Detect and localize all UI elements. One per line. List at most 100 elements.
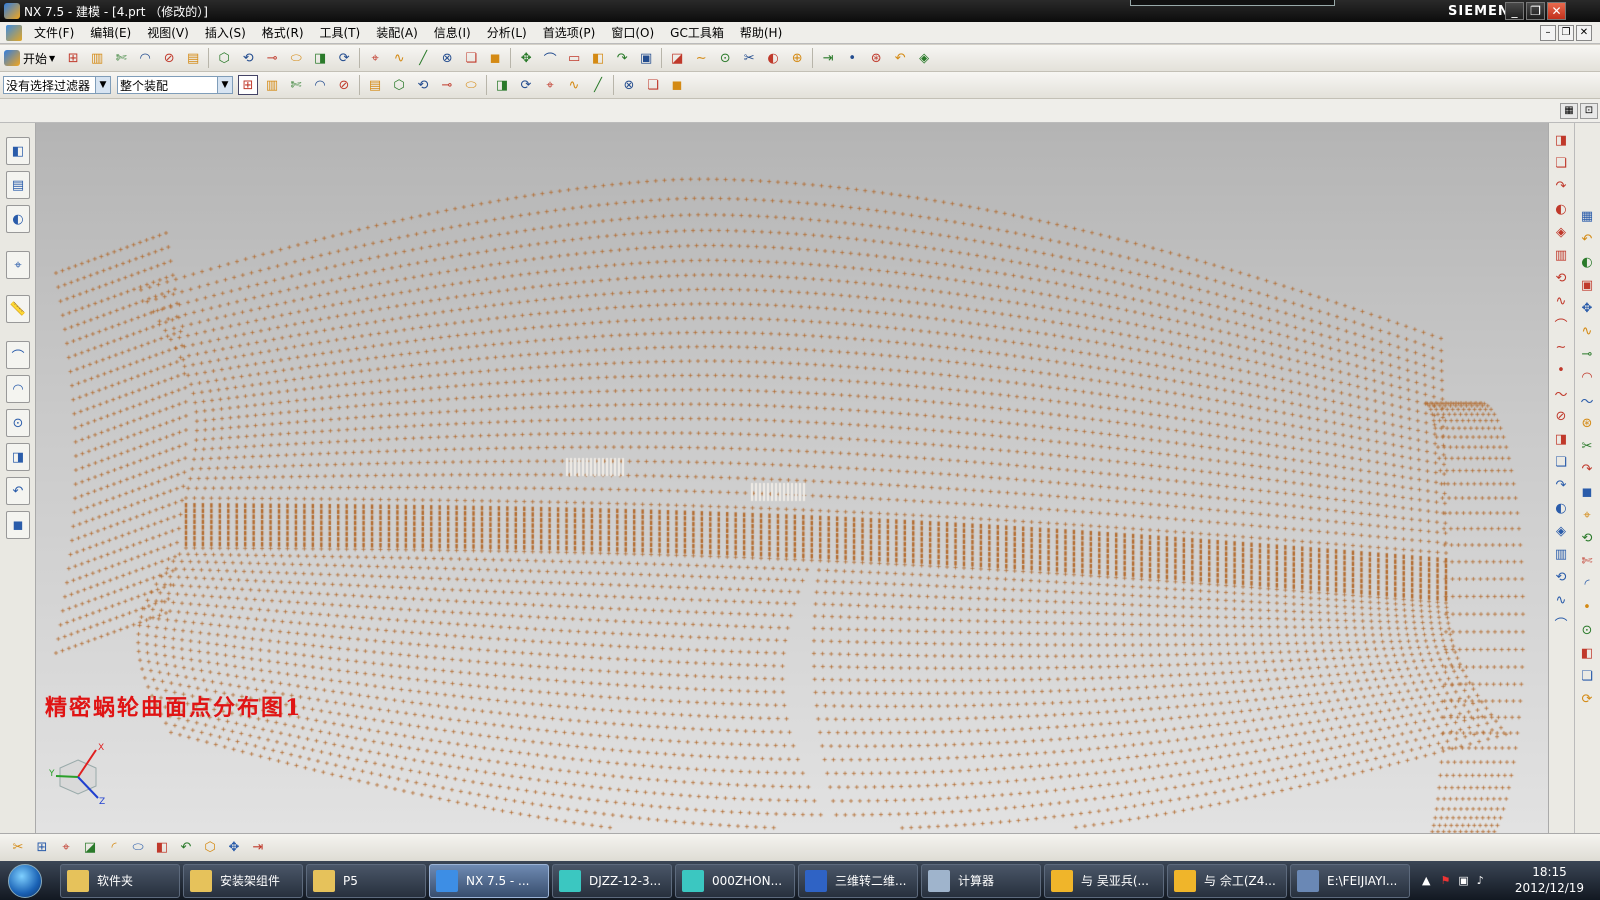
curve-icon[interactable]: ↷ <box>612 48 632 68</box>
title-bar[interactable]: NX 7.5 - 建模 - [4.prt （修改的）] <box>0 0 1600 22</box>
point-icon[interactable]: ◈ <box>1552 223 1570 241</box>
repeat-command-icon[interactable]: ⊸ <box>262 48 282 68</box>
part-navigator-icon[interactable]: ◐ <box>6 205 30 233</box>
pocket-icon[interactable]: ⊛ <box>1578 414 1596 432</box>
mirror-icon[interactable]: ⟳ <box>1578 690 1596 708</box>
save-icon[interactable]: ✄ <box>111 48 131 68</box>
face-analysis-icon[interactable]: ∿ <box>389 48 409 68</box>
bisector-icon[interactable]: ↷ <box>1552 177 1570 195</box>
draft-icon[interactable]: • <box>1578 598 1596 616</box>
taskbar-item[interactable]: E:\FEIJIAYI... <box>1290 863 1410 898</box>
section-icon[interactable]: ◧ <box>588 48 608 68</box>
menu-item[interactable]: 分析(L) <box>479 22 535 44</box>
dot-icon[interactable]: ❏ <box>1552 453 1570 471</box>
start-button[interactable]: 开始 ▼ <box>4 50 55 67</box>
trim-curve-icon[interactable]: ▣ <box>636 48 656 68</box>
boolean-icon[interactable]: ✥ <box>1578 299 1596 317</box>
snap-endpoint-icon[interactable]: ▤ <box>365 75 385 95</box>
snap-existing-icon[interactable]: ⟳ <box>516 75 536 95</box>
taskbar-item[interactable]: NX 7.5 - ... <box>429 863 549 898</box>
edge-display-icon[interactable]: ⌖ <box>365 48 385 68</box>
title-search-field[interactable] <box>1130 0 1335 6</box>
chamfer-icon[interactable]: ↷ <box>1552 476 1570 494</box>
layout-icon[interactable]: ❏ <box>461 48 481 68</box>
snap-intersection-icon[interactable]: ⊸ <box>437 75 457 95</box>
mdi-close-button[interactable]: ✕ <box>1576 25 1592 41</box>
menu-item[interactable]: 编辑(E) <box>82 22 139 44</box>
block-icon[interactable]: ▦ <box>1578 207 1596 225</box>
layer-icon[interactable]: ✥ <box>224 838 244 858</box>
polygon-icon[interactable]: ◨ <box>1552 430 1570 448</box>
snap-quadrant-icon[interactable]: ◨ <box>492 75 512 95</box>
taskbar-item[interactable]: 计算器 <box>921 863 1041 898</box>
point-icon[interactable]: • <box>842 48 862 68</box>
tangent-line-icon[interactable]: ❏ <box>1552 154 1570 172</box>
snap-point-on-curve-icon[interactable]: ⌖ <box>540 75 560 95</box>
assembly-navigator-icon[interactable]: ◧ <box>6 137 30 165</box>
spline-tool-icon[interactable]: ✂ <box>8 838 28 858</box>
rectangle-icon[interactable]: ⊛ <box>866 48 886 68</box>
arc-icon[interactable]: ⟲ <box>1552 269 1570 287</box>
slot-icon[interactable]: ↷ <box>1578 460 1596 478</box>
snap-control-icon[interactable]: ⟲ <box>413 75 433 95</box>
fillet-icon[interactable]: ✂ <box>739 48 759 68</box>
menu-item[interactable]: 格式(R) <box>254 22 312 44</box>
system-visualization-icon[interactable]: ◼ <box>6 511 30 539</box>
circle-tangent-icon[interactable]: • <box>1552 361 1570 379</box>
split-body-icon[interactable]: ◧ <box>1578 644 1596 662</box>
ellipse-icon[interactable]: ↶ <box>890 48 910 68</box>
history-icon[interactable]: ⌒ <box>6 341 30 369</box>
mdi-restore-button[interactable]: ❐ <box>1558 25 1574 41</box>
view-top-icon[interactable]: ╱ <box>588 75 608 95</box>
minimize-button[interactable]: _ <box>1505 2 1524 20</box>
circle-radius-icon[interactable]: 〜 <box>1552 384 1570 403</box>
close-button[interactable]: ✕ <box>1547 2 1566 20</box>
redo-icon[interactable]: ⟲ <box>238 48 258 68</box>
unite-icon[interactable]: ∿ <box>1578 322 1596 340</box>
zoom-icon[interactable]: ◼ <box>485 48 505 68</box>
selection-icon[interactable]: ⊞ <box>238 75 258 95</box>
constraint-navigator-icon[interactable]: ▤ <box>6 171 30 199</box>
offset-curve-icon[interactable]: ⊙ <box>715 48 735 68</box>
settings-icon[interactable]: ⇥ <box>248 838 268 858</box>
mdi-minimize-button[interactable]: – <box>1540 25 1556 41</box>
move-icon[interactable]: ↶ <box>176 838 196 858</box>
pad-icon[interactable]: ✂ <box>1578 437 1596 455</box>
line-icon[interactable]: ◨ <box>1552 131 1570 149</box>
circle-3pt-icon[interactable]: ∼ <box>1552 338 1570 356</box>
boss-icon[interactable]: 〜 <box>1578 391 1596 410</box>
volume-icon[interactable]: ♪ <box>1477 874 1484 887</box>
menu-item[interactable]: 视图(V) <box>139 22 197 44</box>
snap-view-icon[interactable]: ⬭ <box>286 48 306 68</box>
new-file-icon[interactable]: ⊞ <box>63 48 83 68</box>
paste-icon[interactable]: ▤ <box>183 48 203 68</box>
menu-item[interactable]: 首选项(P) <box>535 22 604 44</box>
roles-icon[interactable]: ↶ <box>6 477 30 505</box>
trim-body-icon[interactable]: ⊙ <box>1578 621 1596 639</box>
open-file-icon[interactable]: ▥ <box>87 48 107 68</box>
taskbar-item[interactable]: 与 佘工(Z4... <box>1167 863 1287 898</box>
circle-center-icon[interactable]: ⌒ <box>1552 315 1570 334</box>
menu-item[interactable]: 窗口(O) <box>603 22 662 44</box>
copy-icon[interactable]: ⊘ <box>159 48 179 68</box>
rectangle-select-icon[interactable]: ⊘ <box>334 75 354 95</box>
snap-point-on-face-icon[interactable]: ∿ <box>564 75 584 95</box>
restore-button[interactable]: ❐ <box>1526 2 1545 20</box>
extrude-icon[interactable]: ◐ <box>1552 499 1570 517</box>
bridge-curve-icon[interactable]: ∼ <box>691 48 711 68</box>
thread-icon[interactable]: ⌖ <box>1578 506 1596 524</box>
taskbar-item[interactable]: 000ZHON... <box>675 863 795 898</box>
selection-scope-dropdown[interactable]: 整个装配 ▼ <box>117 76 233 94</box>
sweep-icon[interactable]: ▥ <box>1552 545 1570 563</box>
cone-icon[interactable]: ◐ <box>1578 253 1596 271</box>
pan-icon[interactable]: ✥ <box>516 48 536 68</box>
view-right-icon[interactable]: ❏ <box>643 75 663 95</box>
system-materials-icon[interactable]: ◠ <box>6 375 30 403</box>
surface-tool-icon[interactable]: ⊞ <box>32 838 52 858</box>
normal-icon[interactable]: ◐ <box>1552 200 1570 218</box>
hide-icon[interactable]: ╱ <box>413 48 433 68</box>
snap-midpoint-icon[interactable]: ⬡ <box>389 75 409 95</box>
revolve-icon[interactable]: ◈ <box>1552 522 1570 540</box>
shaded-icon[interactable]: ⟳ <box>334 48 354 68</box>
sketch-icon[interactable]: ⌖ <box>56 838 76 858</box>
